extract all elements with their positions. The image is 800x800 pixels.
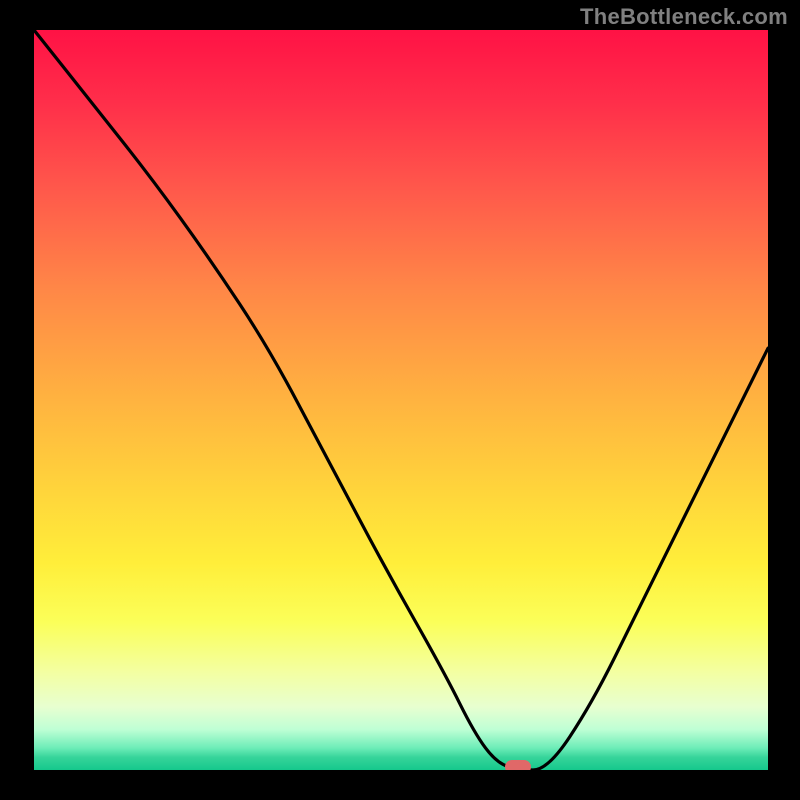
bottleneck-curve [34,30,768,770]
optimal-point-marker [505,760,531,770]
plot-area [34,30,768,770]
chart-container: TheBottleneck.com [0,0,800,800]
watermark-text: TheBottleneck.com [580,4,788,30]
